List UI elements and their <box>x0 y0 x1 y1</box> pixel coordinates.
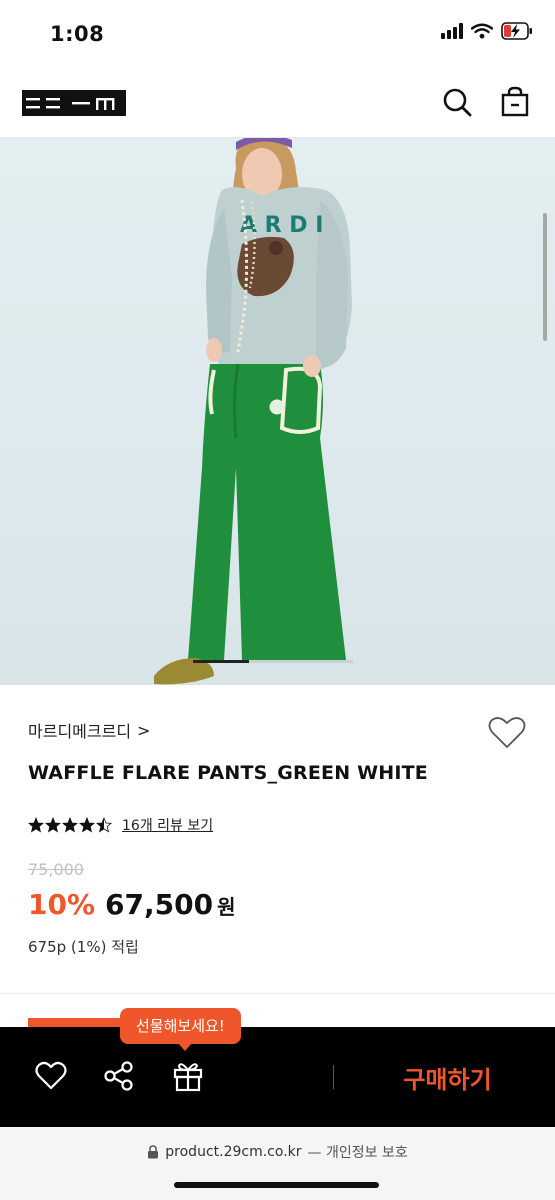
logo[interactable] <box>22 90 126 120</box>
sale-price: 67,500 <box>105 888 214 921</box>
page-scrollbar[interactable] <box>543 213 547 341</box>
product-title: WAFFLE FLARE PANTS_GREEN WHITE <box>28 762 428 784</box>
product-image[interactable]: A R D I <box>0 138 555 685</box>
gift-icon[interactable] <box>171 1059 205 1093</box>
currency-unit: 원 <box>217 895 236 919</box>
gallery-progress-fill <box>193 660 249 663</box>
share-icon[interactable] <box>102 1059 136 1093</box>
lock-icon <box>148 1145 159 1159</box>
wishlist-heart-icon[interactable] <box>34 1059 68 1093</box>
buy-button[interactable]: 구매하기 <box>340 1027 555 1127</box>
brand-name: 마르디메크르디 <box>28 722 132 741</box>
status-icons <box>441 22 533 40</box>
status-time: 1:08 <box>50 22 105 46</box>
product-photo: A R D I <box>154 138 352 685</box>
gift-tooltip[interactable]: 선물해보세요! <box>120 1008 241 1051</box>
star-filled-icon <box>62 817 78 833</box>
search-icon[interactable] <box>441 86 473 118</box>
rating-row: 16개 리뷰 보기 <box>28 815 213 835</box>
app-header <box>0 70 555 138</box>
discount-rate: 10% <box>28 888 96 921</box>
price-row: 10% 67,500 원 <box>28 888 236 921</box>
battery-charging-icon <box>501 22 532 40</box>
url-row[interactable]: product.29cm.co.kr — 개인정보 보호 <box>0 1142 555 1162</box>
review-link[interactable]: 16개 리뷰 보기 <box>122 815 213 835</box>
section-divider <box>0 993 555 994</box>
heart-outline-icon[interactable] <box>488 716 526 750</box>
original-price: 75,000 <box>28 860 84 879</box>
image-gallery-progress <box>193 660 353 663</box>
shopping-bag-icon[interactable] <box>499 86 531 118</box>
star-filled-icon <box>28 817 44 833</box>
star-filled-icon <box>45 817 61 833</box>
star-half-icon <box>96 817 112 833</box>
brand-link[interactable]: 마르디메크르디 > <box>28 718 150 742</box>
chevron-right-icon: > <box>137 720 151 740</box>
rating-stars <box>28 817 112 833</box>
svg-text:A R D I: A R D I <box>240 213 323 238</box>
wifi-icon <box>471 23 493 39</box>
privacy-text: — 개인정보 보호 <box>307 1145 408 1161</box>
points-info: 675p (1%) 적립 <box>28 938 139 956</box>
star-filled-icon <box>79 817 95 833</box>
home-indicator[interactable] <box>174 1182 379 1188</box>
bar-separator <box>333 1065 334 1089</box>
status-bar: 1:08 <box>0 0 555 70</box>
logo-image <box>22 90 126 116</box>
url-text: product.29cm.co.kr <box>165 1144 302 1160</box>
bottom-action-bar: 구매하기 <box>0 1027 555 1127</box>
browser-address-bar: product.29cm.co.kr — 개인정보 보호 <box>0 1127 555 1200</box>
cellular-signal-icon <box>441 23 463 39</box>
